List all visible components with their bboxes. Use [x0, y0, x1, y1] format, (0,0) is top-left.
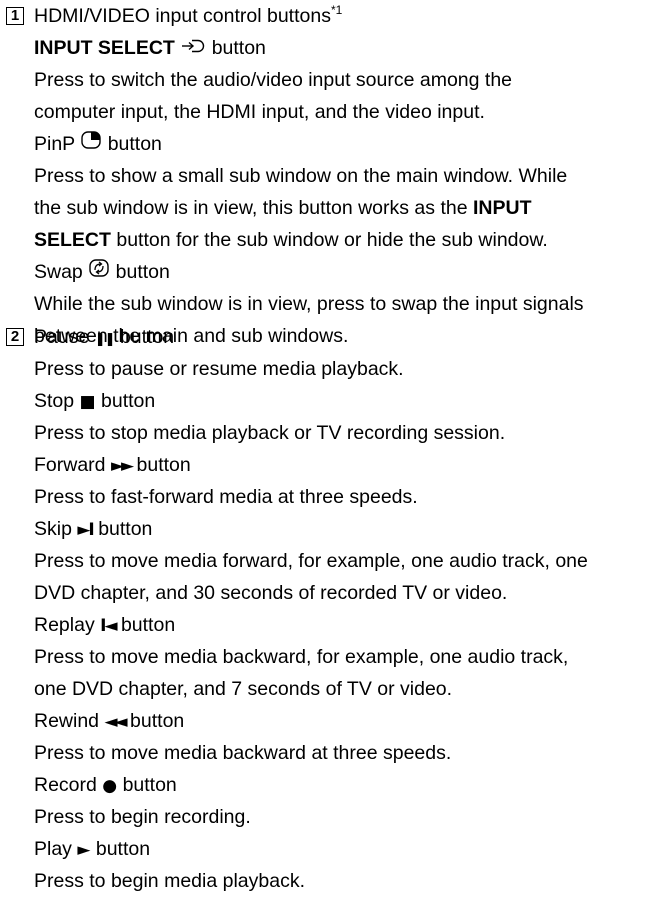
forward-desc-1: Press to fast-forward media at three spe…: [34, 486, 418, 508]
section-heading: 1 HDMI/VIDEO input control buttons*1: [6, 0, 670, 32]
pinp-desc-3: SELECT button for the sub window or hide…: [6, 224, 670, 256]
play-desc-1: Press to begin media playback.: [34, 870, 305, 892]
pause-label: Pause: [34, 326, 90, 348]
forward-icon: ►►: [110, 456, 134, 476]
input-select-desc-1: Press to switch the audio/video input so…: [34, 69, 513, 91]
play-label: Play: [34, 838, 72, 860]
input-select-label: INPUT SELECT: [34, 37, 175, 59]
swap-label: Swap: [34, 261, 83, 283]
rewind-title: Rewind ◄◄ button: [6, 705, 670, 737]
replay-label: Replay: [34, 614, 95, 636]
pinp-icon: [81, 127, 101, 159]
manual-page: 1 HDMI/VIDEO input control buttons*1 INP…: [0, 0, 670, 892]
rewind-desc-1: Press to move media backward at three sp…: [34, 742, 452, 764]
swap-icon: [89, 255, 109, 287]
swap-suffix: button: [115, 261, 170, 283]
pinp-desc-1: Press to show a small sub window on the …: [34, 165, 568, 187]
rewind-label: Rewind: [34, 710, 100, 732]
record-title: Record ● button: [6, 769, 670, 801]
skip-icon: ►I: [77, 520, 94, 540]
pinp-desc-2-text: the sub window is in view, this button w…: [34, 197, 468, 219]
pause-title: 2 Pause ❚❚ button: [6, 321, 670, 353]
pinp-label: PinP: [34, 133, 75, 155]
record-label: Record: [34, 774, 97, 796]
play-title: Play ► button: [6, 833, 670, 865]
section-heading-text: HDMI/VIDEO input control buttons: [34, 5, 331, 27]
pinp-desc-3-bold: SELECT: [34, 229, 111, 251]
section-media-controls: 2 Pause ❚❚ button Press to pause or resu…: [6, 321, 670, 897]
rewind-icon: ◄◄: [104, 712, 127, 732]
stop-title: Stop ■ button: [6, 385, 670, 417]
pinp-desc-2-bold: INPUT: [472, 197, 532, 219]
play-icon: ►: [77, 840, 91, 860]
replay-suffix: button: [120, 614, 176, 636]
skip-suffix: button: [98, 518, 153, 540]
skip-desc-1: Press to move media forward, for example…: [34, 550, 588, 572]
skip-desc-2: DVD chapter, and 30 seconds of recorded …: [34, 582, 508, 604]
pinp-suffix: button: [107, 133, 162, 155]
play-suffix: button: [95, 838, 151, 860]
swap-title: Swap button: [6, 256, 670, 288]
input-select-title: INPUT SELECT button: [6, 32, 670, 64]
stop-label: Stop: [34, 390, 75, 412]
section-number-box: 2: [6, 328, 24, 346]
forward-label: Forward: [34, 454, 106, 476]
pinp-desc-3-text: button for the sub window or hide the su…: [116, 229, 548, 251]
rewind-suffix: button: [130, 710, 185, 732]
footnote-mark: *1: [330, 3, 343, 17]
skip-label: Skip: [34, 518, 72, 540]
pause-desc-1: Press to pause or resume media playback.: [34, 358, 404, 380]
forward-title: Forward ►► button: [6, 449, 670, 481]
input-select-suffix: button: [211, 37, 266, 59]
input-select-desc-2: computer input, the HDMI input, and the …: [34, 101, 485, 123]
replay-desc-1: Press to move media backward, for exampl…: [34, 646, 569, 668]
replay-title: Replay I◄ button: [6, 609, 670, 641]
section-number-box: 1: [6, 7, 24, 25]
pinp-title: PinP button: [6, 128, 670, 160]
stop-icon: ■: [79, 392, 96, 412]
stop-desc-1: Press to stop media playback or TV recor…: [34, 422, 506, 444]
swap-desc-1: While the sub window is in view, press t…: [34, 293, 584, 315]
forward-suffix: button: [136, 454, 191, 476]
stop-suffix: button: [101, 390, 156, 412]
record-desc-1: Press to begin recording.: [34, 806, 251, 828]
input-select-icon: [181, 31, 205, 63]
pause-icon: ❚❚: [94, 332, 116, 347]
record-suffix: button: [122, 774, 177, 796]
section-hdmi-video-controls: 1 HDMI/VIDEO input control buttons*1 INP…: [6, 0, 670, 352]
record-icon: ●: [102, 776, 118, 796]
pause-suffix: button: [119, 326, 175, 348]
replay-icon: I◄: [100, 616, 117, 636]
replay-desc-2: one DVD chapter, and 7 seconds of TV or …: [34, 678, 453, 700]
pinp-desc-2: the sub window is in view, this button w…: [6, 192, 670, 224]
skip-title: Skip ►I button: [6, 513, 670, 545]
